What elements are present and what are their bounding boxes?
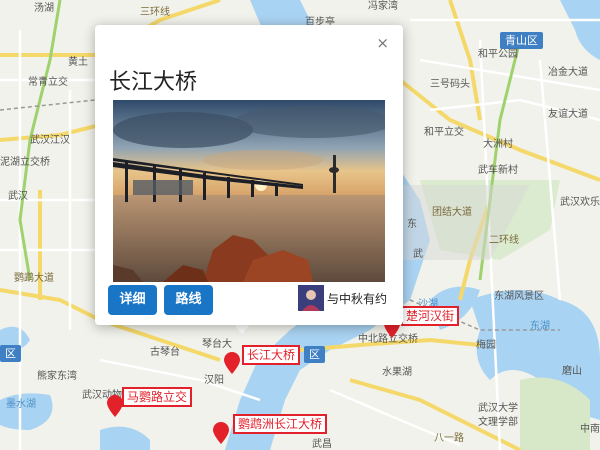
district-badge-qingshan: 青山区 <box>500 32 543 50</box>
map-label: 鹦鹉大道 <box>14 273 54 284</box>
map-label: 武车新村 <box>478 165 518 176</box>
district-badge-partial-center: 区 <box>304 346 325 364</box>
marker-label-maying[interactable]: 马鹦路立交 <box>122 387 193 408</box>
map-label: 常青立交 <box>28 77 68 88</box>
popup-title: 长江大桥 <box>109 70 198 95</box>
map-label: 武昌 <box>312 439 332 450</box>
district-badge-partial-left: 区 <box>0 345 21 363</box>
map-label: 东湖 <box>530 321 550 332</box>
marker-label-chuhehan[interactable]: 楚河汉街 <box>401 306 460 327</box>
map-label: 八一路 <box>434 433 464 444</box>
map-label: 琴台大 <box>202 339 232 350</box>
map-label: 团结大道 <box>432 207 472 218</box>
map-label: 冯家湾 <box>368 1 398 12</box>
map-label: 和平立交 <box>424 127 464 138</box>
map-label: 武汉欢乐谷 <box>560 197 600 208</box>
map-label: 水果湖 <box>382 367 412 378</box>
map-label: 文理学部 <box>478 417 518 428</box>
map-label: 三号码头 <box>430 79 470 90</box>
map-label: 梅园 <box>476 340 496 351</box>
marker-pin-yingwuzhou[interactable] <box>213 422 229 444</box>
map-label: 汉阳 <box>204 375 224 386</box>
marker-label-yingwuzhou[interactable]: 鹦鹉洲长江大桥 <box>233 414 328 435</box>
map-label: 泥湖立交桥 <box>0 157 50 168</box>
map-canvas[interactable]: 青山区 区 区 汤湖 三环线 百步亭 冯家湾 常青立交 黄土 武汉江汉 泥湖立交… <box>0 0 600 450</box>
detail-button[interactable]: 详细 <box>108 285 157 315</box>
share-text: 与中秋有约 <box>327 291 388 306</box>
route-button[interactable]: 路线 <box>164 285 213 315</box>
map-label: 磨山 <box>562 366 582 377</box>
map-label: 汤湖 <box>34 3 54 14</box>
close-icon[interactable]: × <box>376 34 389 52</box>
map-label: 大洲村 <box>483 139 513 150</box>
share-link[interactable]: 与中秋有约 <box>298 285 387 311</box>
map-label: 黄土 <box>68 57 88 68</box>
map-label: 三环线 <box>140 7 170 18</box>
bridge-photo <box>113 100 385 282</box>
map-label: 武汉 <box>8 191 28 202</box>
map-label: 中南 <box>580 424 600 435</box>
marker-pin-changjiang[interactable] <box>224 352 240 374</box>
marker-pin-maying[interactable] <box>107 395 123 417</box>
avatar <box>298 285 324 311</box>
map-label: 友谊大道 <box>548 109 588 120</box>
map-label: 武汉江汉 <box>30 135 70 146</box>
map-label: 冶金大道 <box>548 67 588 78</box>
map-label: 墨水湖 <box>6 399 36 410</box>
map-label: 东湖风景区 <box>494 291 544 302</box>
info-popup: × 长江大桥 详细 路线 与中秋有约 <box>95 25 403 325</box>
map-label: 古琴台 <box>150 347 180 358</box>
map-label: 和平公园 <box>478 49 518 60</box>
map-label: 二环线 <box>489 235 519 246</box>
marker-label-changjiang[interactable]: 长江大桥 <box>242 345 301 366</box>
map-label: 武 <box>413 249 423 260</box>
map-label: 武汉大学 <box>478 403 518 414</box>
map-label: 熊家东湾 <box>37 371 77 382</box>
map-label: 东 <box>407 219 417 230</box>
